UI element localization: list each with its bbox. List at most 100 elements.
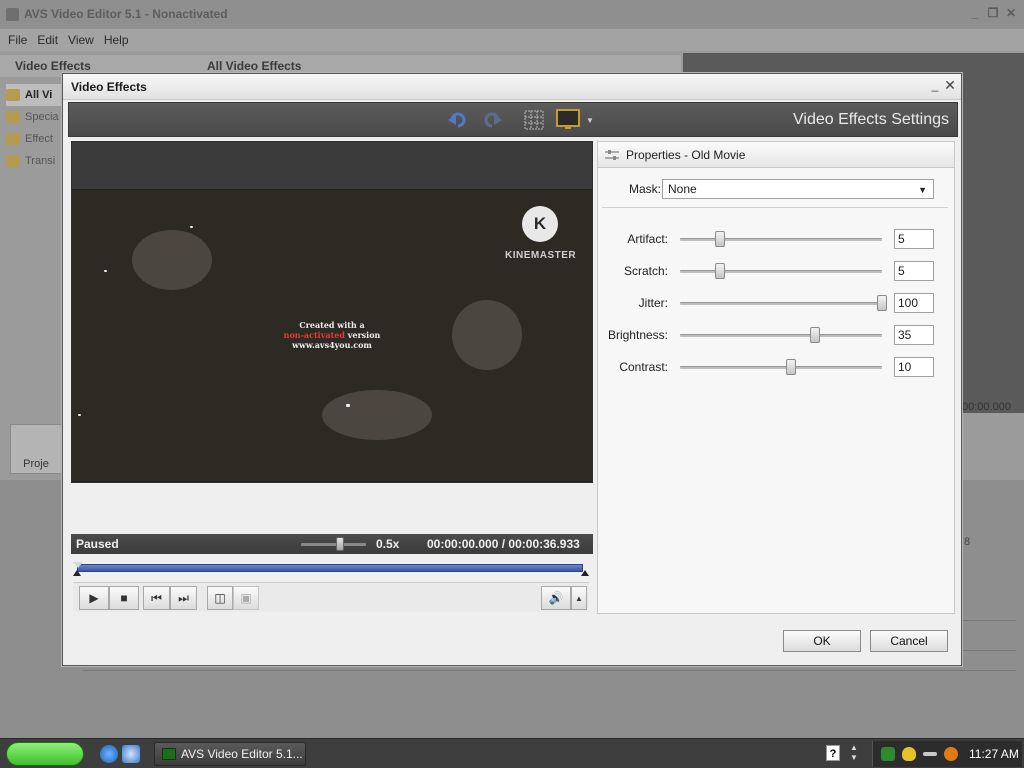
category-item: All Vi — [6, 84, 62, 106]
param-scratch: Scratch: 5 — [598, 260, 954, 282]
speed-slider-thumb[interactable] — [336, 537, 344, 551]
param-label: Scratch: — [623, 264, 668, 278]
param-brightness: Brightness: 35 — [598, 324, 954, 346]
param-value-field[interactable]: 10 — [894, 357, 934, 377]
chevron-down-icon[interactable]: ▼ — [584, 110, 596, 130]
kinemaster-logo: K — [522, 206, 558, 242]
menu-file: File — [8, 33, 28, 47]
app-titlebar: AVS Video Editor 5.1 - Nonactivated _ ❐ … — [0, 0, 1024, 29]
param-contrast: Contrast: 10 — [598, 356, 954, 378]
ok-button[interactable]: OK — [783, 630, 861, 652]
app-title: AVS Video Editor 5.1 - Nonactivated — [24, 7, 228, 21]
param-value-field[interactable]: 100 — [894, 293, 934, 313]
split-view-button[interactable]: ◫ — [207, 586, 233, 610]
param-slider-thumb[interactable] — [810, 327, 821, 343]
param-slider[interactable] — [680, 302, 882, 305]
app-menubar: File Edit View Help — [0, 29, 1024, 51]
param-slider[interactable] — [680, 238, 882, 241]
seek-handle[interactable] — [73, 562, 83, 568]
param-label: Jitter: — [638, 296, 668, 310]
folder-icon — [6, 155, 20, 167]
speed-slider[interactable] — [301, 543, 366, 546]
ie-icon[interactable] — [100, 745, 118, 763]
task-avs-video-editor[interactable]: AVS Video Editor 5.1... — [154, 742, 306, 766]
redo-icon — [484, 112, 502, 128]
folder-icon — [6, 89, 20, 101]
redo-button[interactable] — [481, 110, 503, 130]
mask-label: Mask: — [629, 182, 662, 196]
dialog-title: Video Effects — [71, 80, 147, 94]
single-view-icon: ▣ — [240, 591, 252, 605]
app-time-readout: 00:00.000 — [962, 401, 1011, 413]
close-icon[interactable]: ✕ — [944, 78, 956, 92]
play-button[interactable]: ▶ — [79, 586, 109, 610]
speaker-icon: 🔊 — [548, 591, 564, 605]
film-noise — [132, 230, 212, 290]
avs-app-icon — [162, 748, 176, 760]
side-number: 8 — [964, 536, 971, 548]
help-icon[interactable]: ? — [826, 745, 840, 761]
seek-bar[interactable] — [73, 562, 589, 576]
param-slider-thumb[interactable] — [715, 263, 726, 279]
mark-out-marker[interactable] — [581, 570, 589, 576]
stop-button[interactable]: ■ — [109, 586, 139, 610]
grid-button[interactable] — [523, 110, 545, 130]
seek-range[interactable] — [77, 564, 583, 572]
param-slider-thumb[interactable] — [715, 231, 726, 247]
desktop-icon[interactable] — [122, 745, 140, 763]
restore-icon: ❐ — [987, 6, 999, 20]
undo-button[interactable] — [447, 110, 469, 130]
playback-status: Paused — [76, 537, 119, 551]
next-frame-button[interactable]: ⏭ — [170, 586, 197, 610]
param-value-field[interactable]: 5 — [894, 261, 934, 281]
param-value-field[interactable]: 35 — [894, 325, 934, 345]
kinemaster-text: KINEMASTER — [505, 250, 577, 261]
param-value-field[interactable]: 5 — [894, 229, 934, 249]
properties-header: Properties - Old Movie — [598, 142, 954, 168]
minimize-icon: _ — [971, 6, 979, 20]
properties-panel: Properties - Old Movie Mask: None ▼ Arti… — [597, 141, 955, 614]
search-icon[interactable] — [944, 747, 958, 761]
param-slider[interactable] — [680, 334, 882, 337]
tray-expand-icon[interactable]: ▲ ▼ — [850, 743, 858, 763]
param-slider[interactable] — [680, 366, 882, 369]
film-speck — [190, 226, 193, 228]
properties-title: Properties - Old Movie — [626, 147, 746, 162]
param-slider[interactable] — [680, 270, 882, 273]
category-item: Effect — [6, 128, 62, 150]
single-view-button[interactable]: ▣ — [233, 586, 259, 610]
param-slider-thumb[interactable] — [786, 359, 797, 375]
start-button[interactable] — [6, 742, 84, 766]
playback-speed: 0.5x — [376, 537, 400, 551]
mask-select[interactable]: None ▼ — [662, 179, 934, 199]
settings-title: Video Effects Settings — [793, 111, 949, 128]
watermark-line: www.avs4you.com — [292, 340, 372, 350]
security-shield-icon[interactable] — [902, 747, 916, 761]
divider — [602, 207, 948, 208]
chevron-down-icon: ▼ — [918, 185, 927, 195]
network-icon[interactable] — [881, 747, 895, 761]
param-artifact: Artifact: 5 — [598, 228, 954, 250]
menu-view: View — [68, 33, 94, 47]
param-slider-thumb[interactable] — [877, 295, 887, 311]
grid-icon — [524, 110, 544, 130]
param-label: Contrast: — [619, 360, 668, 374]
watermark-line: non-activated version — [283, 330, 381, 340]
volume-button[interactable]: 🔊 — [541, 586, 571, 610]
clock[interactable]: 11:27 AM — [969, 747, 1019, 761]
watermark-line: Created with a — [299, 320, 365, 330]
volume-menu-button[interactable]: ▲ — [571, 586, 587, 610]
previous-frame-button[interactable]: ⏮ — [143, 586, 170, 610]
film-noise — [322, 390, 432, 440]
menu-help: Help — [103, 33, 129, 47]
folder-icon — [6, 111, 20, 123]
playback-controls: ▶ ■ ⏮ ⏭ ◫ ▣ 🔊 ▲ — [73, 582, 589, 612]
tray-bar-icon[interactable] — [923, 752, 937, 756]
category-item: Transi — [6, 150, 62, 172]
avs-watermark: Created with a non-activated version www… — [272, 320, 392, 350]
cancel-button[interactable]: Cancel — [870, 630, 948, 652]
preview-background-button[interactable] — [555, 109, 581, 130]
minimize-icon[interactable]: _ — [929, 78, 941, 92]
mark-in-marker[interactable] — [73, 570, 81, 576]
close-icon: ✕ — [1005, 6, 1017, 20]
